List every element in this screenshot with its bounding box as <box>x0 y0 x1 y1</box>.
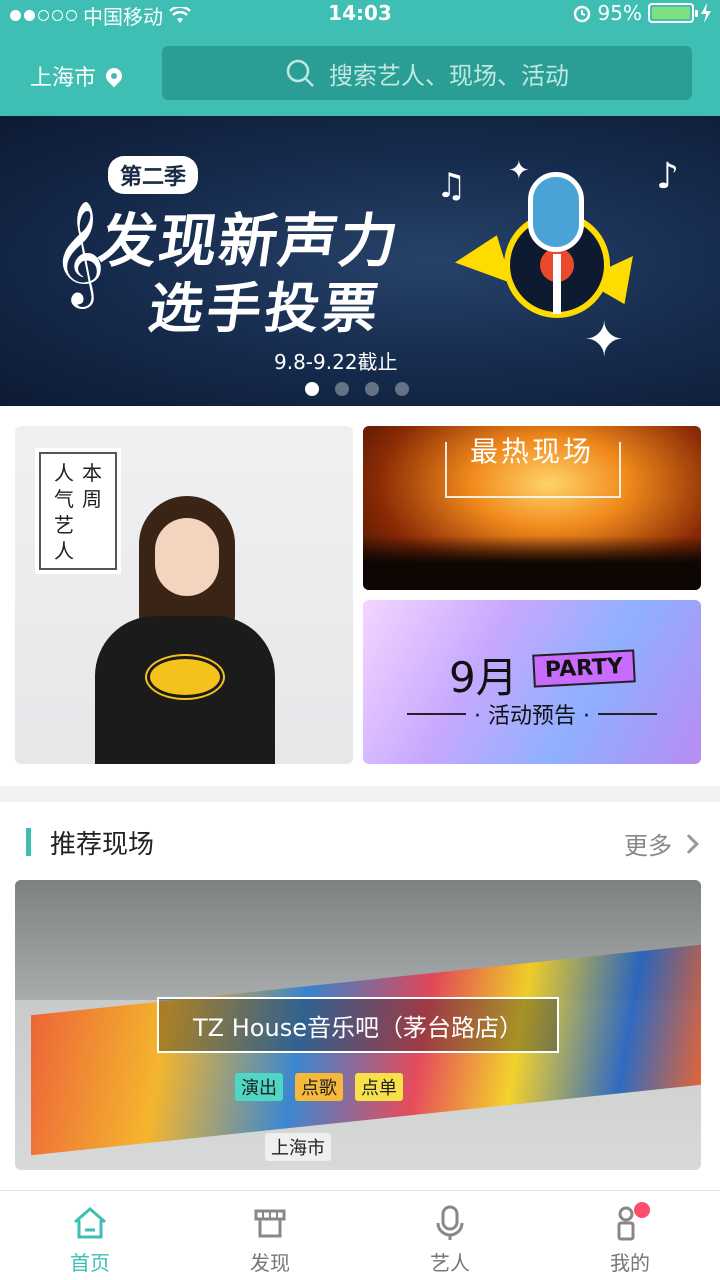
venue-name: TZ House音乐吧（茅台路店） <box>157 997 559 1053</box>
banner-season: 第二季 <box>108 156 199 194</box>
tab-home-label: 首页 <box>70 1251 110 1275</box>
city-selector[interactable]: 上海市 <box>30 60 126 92</box>
battery-percent: 95% <box>597 1 642 25</box>
pager-dot[interactable] <box>305 382 319 396</box>
promo-banner[interactable]: ✦ ✦ ♫ ♪ 𝄞 第二季 发现新声力 选手投票 9.8-9.22截止 <box>0 116 720 406</box>
search-icon <box>286 59 314 87</box>
venue-card[interactable]: TZ House音乐吧（茅台路店） 上海市 演出 点歌 点单 <box>15 880 701 1170</box>
party-card[interactable]: 9月 PARTY · 活动预告 · <box>363 600 701 764</box>
microphone-icon <box>528 172 584 252</box>
venue-tag-city: 上海市 <box>265 1133 331 1161</box>
venue-tag-order: 点单 <box>355 1073 403 1101</box>
venue-tags: 上海市 演出 点歌 点单 <box>235 1073 403 1161</box>
party-month: 9月 <box>449 653 518 702</box>
chevron-right-icon <box>679 833 699 854</box>
pager-dot[interactable] <box>335 382 349 396</box>
sparkle-icon: ✦ <box>508 156 530 186</box>
artist-photo <box>95 496 275 764</box>
notification-badge <box>634 1202 650 1218</box>
microphone-icon <box>436 1205 464 1240</box>
party-subtitle: · 活动预告 · <box>474 704 590 729</box>
tab-discover[interactable]: 发现 <box>180 1191 360 1280</box>
pager-dot[interactable] <box>395 382 409 396</box>
top-bar: 中国移动 14:03 95% 上海市 搜索艺人、现场、活动 <box>0 0 720 116</box>
search-bar[interactable]: 搜索艺人、现场、活动 <box>162 46 692 100</box>
recommended-section: 推荐现场 更多 TZ House音乐吧（茅台路店） 上海市 演出 点歌 点单 <box>0 802 720 1202</box>
banner-pager[interactable] <box>305 382 409 396</box>
alarm-icon <box>573 5 590 23</box>
more-link[interactable]: 更多 <box>624 826 699 861</box>
location-pin-icon <box>102 64 126 88</box>
city-label: 上海市 <box>30 66 97 91</box>
weekly-artist-label: 本周 人气艺人 <box>35 448 121 574</box>
section-title: 推荐现场 <box>50 830 155 860</box>
tab-home[interactable]: 首页 <box>0 1191 180 1280</box>
section-header: 推荐现场 更多 <box>0 802 720 880</box>
search-placeholder: 搜索艺人、现场、活动 <box>329 61 569 90</box>
battery-icon <box>648 3 698 23</box>
weekly-artist-card[interactable]: 本周 人气艺人 <box>15 426 353 764</box>
charging-icon <box>701 3 711 23</box>
pager-dot[interactable] <box>365 382 379 396</box>
feature-grid: 本周 人气艺人 最热现场 9月 PARTY · 活动预告 · <box>0 406 720 786</box>
tab-profile-label: 我的 <box>610 1251 650 1275</box>
hot-live-card[interactable]: 最热现场 <box>363 426 701 590</box>
venue-tag-song: 点歌 <box>295 1073 343 1101</box>
status-bar: 中国移动 14:03 95% <box>0 0 720 29</box>
banner-deadline: 9.8-9.22截止 <box>274 350 398 374</box>
venue-tag-show: 演出 <box>235 1073 283 1101</box>
store-icon <box>254 1209 286 1238</box>
tab-discover-label: 发现 <box>250 1251 290 1275</box>
tab-bar: 首页 发现 艺人 我的 <box>0 1190 720 1280</box>
party-tag: PARTY <box>532 649 636 688</box>
crowd-image <box>363 536 701 590</box>
hot-live-label: 最热现场 <box>469 435 594 468</box>
banner-subtitle: 选手投票 <box>144 277 386 340</box>
home-icon <box>74 1207 106 1239</box>
tab-artist-label: 艺人 <box>430 1251 470 1275</box>
music-note-icon: ♫ <box>436 166 467 206</box>
bat-logo-icon <box>145 654 225 700</box>
music-note-icon: ♪ <box>656 156 679 197</box>
tab-profile[interactable]: 我的 <box>540 1191 720 1280</box>
tab-artist[interactable]: 艺人 <box>360 1191 540 1280</box>
sparkle-icon: ✦ <box>584 312 625 368</box>
